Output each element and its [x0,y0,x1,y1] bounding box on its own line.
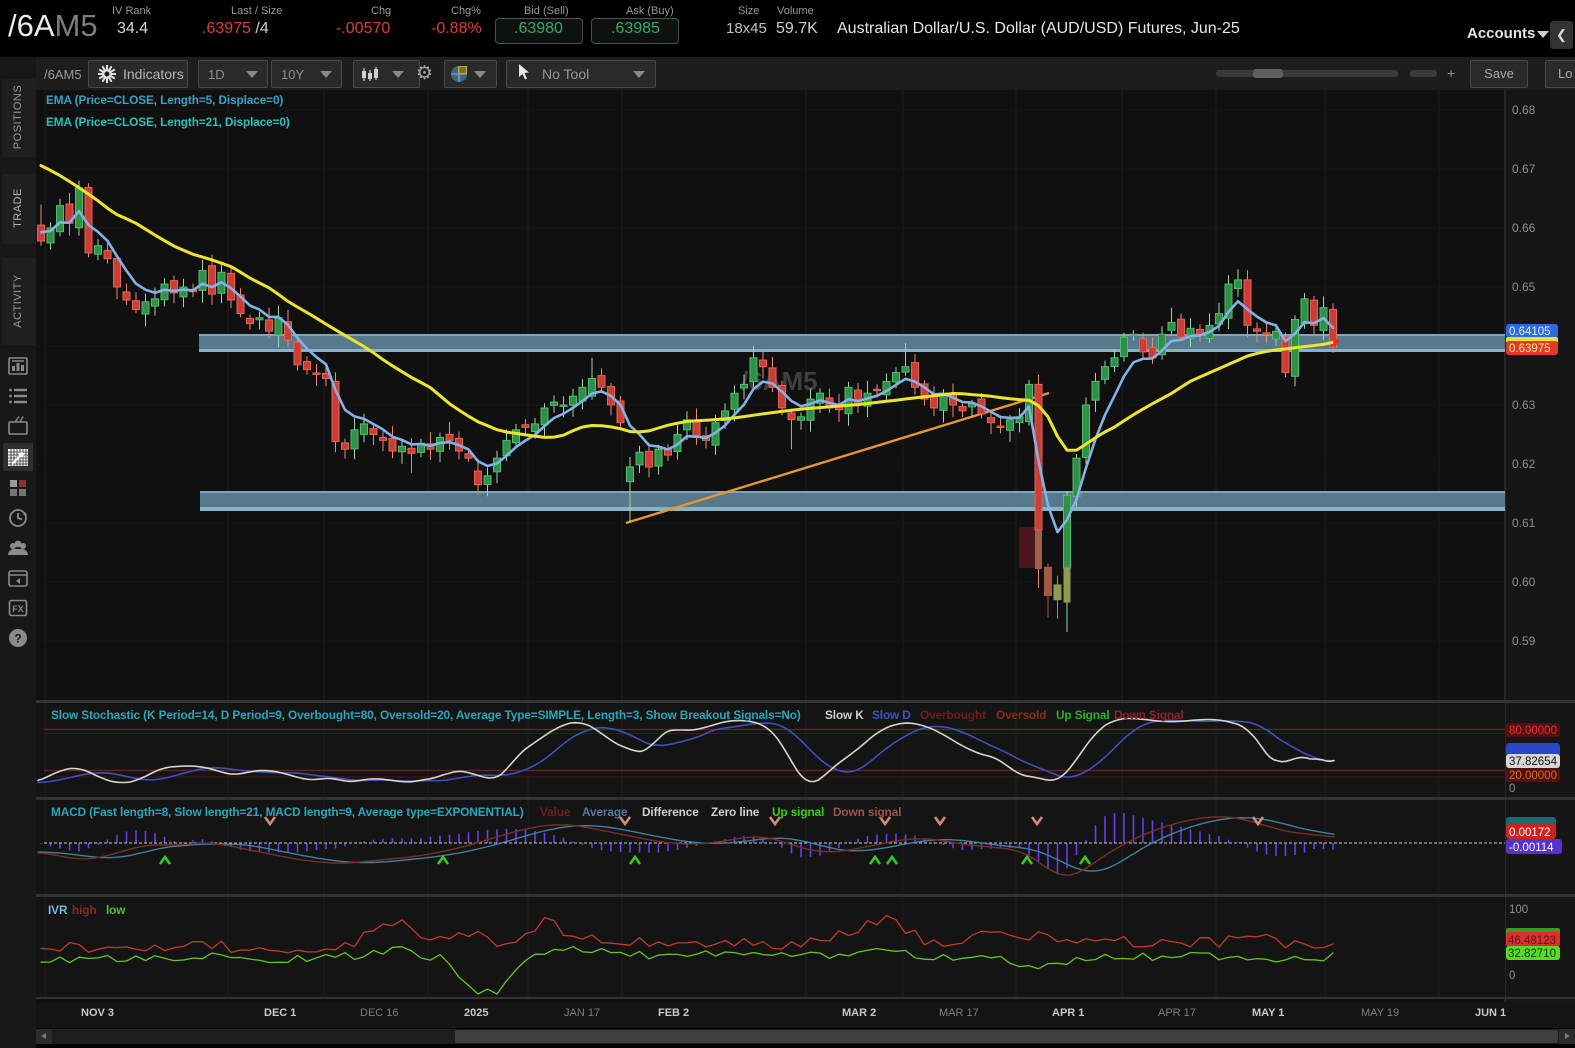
svg-text:MACD (Fast length=8, Slow leng: MACD (Fast length=8, Slow length=21, MAC… [51,805,524,819]
svg-text:0.62: 0.62 [1512,457,1536,471]
svg-text:FX: FX [12,604,24,614]
svg-text:-0.00114: -0.00114 [1509,842,1554,854]
svg-text:0.65: 0.65 [1512,280,1536,294]
svg-text:Slow Stochastic (K Period=14,: Slow Stochastic (K Period=14, D Period=9… [51,708,801,722]
svg-text:37.82654: 37.82654 [1509,756,1558,768]
svg-text:0.00172: 0.00172 [1509,827,1551,839]
svg-text:0.63: 0.63 [1512,398,1536,412]
svg-text:low: low [106,903,126,917]
svg-text:high: high [72,903,97,917]
svg-text:Slow K: Slow K [825,708,864,722]
svg-text:0.66: 0.66 [1512,221,1536,235]
svg-text:0.63975: 0.63975 [1509,343,1551,355]
svg-text:80.00000: 80.00000 [1509,725,1557,737]
svg-text:0.64105: 0.64105 [1509,326,1551,338]
svg-text:0: 0 [1509,970,1515,982]
svg-text:Zero line: Zero line [711,805,760,819]
svg-text:Down signal: Down signal [833,805,901,819]
svg-text:0.59: 0.59 [1512,634,1536,648]
svg-text:IVR: IVR [48,903,68,917]
svg-text:Value: Value [540,805,571,819]
svg-text:Difference: Difference [642,805,699,819]
svg-text:20.00000: 20.00000 [1509,770,1557,782]
svg-text:EMA (Price=CLOSE, Length=5, Di: EMA (Price=CLOSE, Length=5, Displace=0) [46,93,283,107]
svg-text:Down Signal: Down Signal [1114,708,1184,722]
svg-text:Up signal: Up signal [772,805,824,819]
svg-text:EMA (Price=CLOSE, Length=21, D: EMA (Price=CLOSE, Length=21, Displace=0) [46,115,290,129]
svg-text:32.82710: 32.82710 [1508,948,1556,960]
svg-text:0: 0 [1509,783,1515,795]
svg-text:Up Signal: Up Signal [1056,708,1110,722]
svg-text:100: 100 [1509,904,1528,916]
svg-text:46.48123: 46.48123 [1508,935,1556,947]
svg-text:0.60: 0.60 [1512,575,1536,589]
svg-text:0.68: 0.68 [1512,103,1536,117]
svg-text:Average: Average [582,805,628,819]
svg-text:0.61: 0.61 [1512,516,1536,530]
svg-text:Oversold: Oversold [996,708,1046,722]
svg-text:0.67: 0.67 [1512,162,1536,176]
svg-text:Overbought: Overbought [920,708,986,722]
svg-text:Slow D: Slow D [872,708,911,722]
svg-text:?: ? [14,632,21,646]
